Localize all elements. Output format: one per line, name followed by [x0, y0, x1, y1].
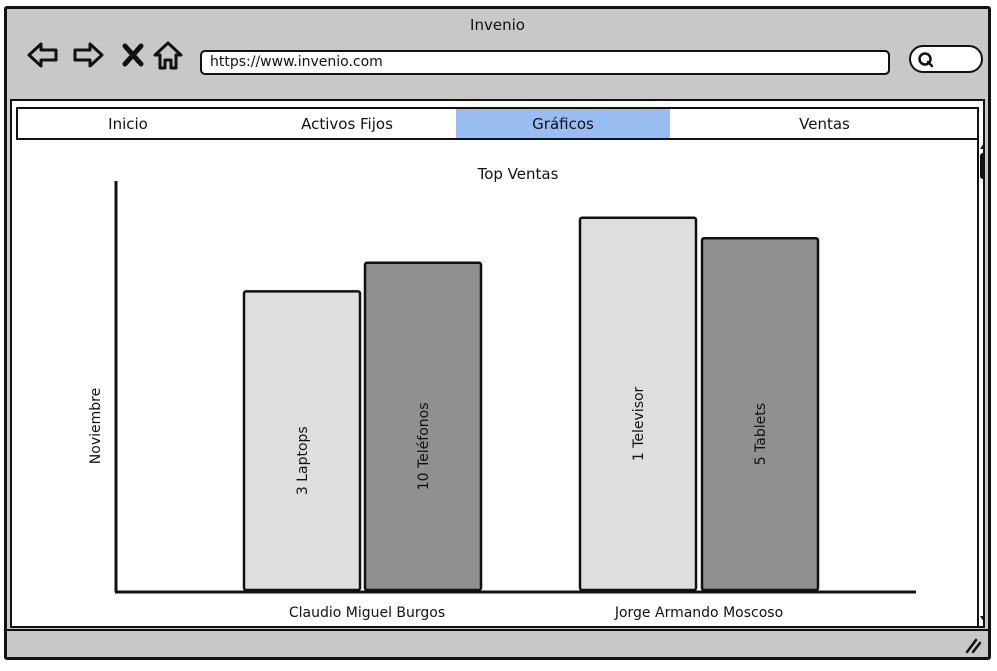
x-tick-label-2: Jorge Armando Moscoso — [614, 605, 783, 621]
back-arrow-icon[interactable] — [25, 37, 61, 73]
url-bar[interactable]: https://www.invenio.com — [200, 50, 890, 75]
scroll-thumb[interactable] — [980, 153, 985, 179]
status-bar — [7, 629, 988, 657]
bar-chart: Top Ventas Noviembre 3 Laptops 10 Teléfon… — [88, 165, 916, 621]
bars-group: 3 Laptops 10 Teléfonos 1 Televisor 5 Tablet… — [242, 216, 820, 592]
bar-label-4: 5 Tablets — [753, 403, 769, 465]
page-viewport: Inicio Activos Fijos Gráficos Ventas Top… — [10, 99, 985, 628]
home-icon[interactable] — [150, 37, 186, 73]
browser-window: Invenio https://www.invenio.com Inicio A… — [4, 6, 991, 660]
forward-arrow-icon[interactable] — [70, 37, 106, 73]
close-icon[interactable] — [115, 37, 151, 73]
bar-label-1: 3 Laptops — [295, 426, 311, 495]
resize-grip-icon[interactable] — [962, 634, 982, 654]
x-tick-labels: Claudio Miguel Burgos Jorge Armando Mosco… — [289, 605, 783, 621]
x-tick-label-1: Claudio Miguel Burgos — [289, 605, 445, 621]
vertical-scrollbar[interactable] — [977, 138, 985, 626]
search-button[interactable] — [909, 45, 983, 73]
bar-label-3: 1 Televisor — [631, 386, 647, 461]
chart-title: Top Ventas — [477, 165, 559, 183]
window-title: Invenio — [470, 16, 525, 34]
search-icon — [918, 52, 934, 68]
bar-label-2: 10 Teléfonos — [416, 403, 432, 491]
chart-ylabel: Noviembre — [88, 388, 104, 464]
scroll-up-icon[interactable] — [980, 143, 985, 149]
scroll-down-icon[interactable] — [980, 616, 985, 622]
